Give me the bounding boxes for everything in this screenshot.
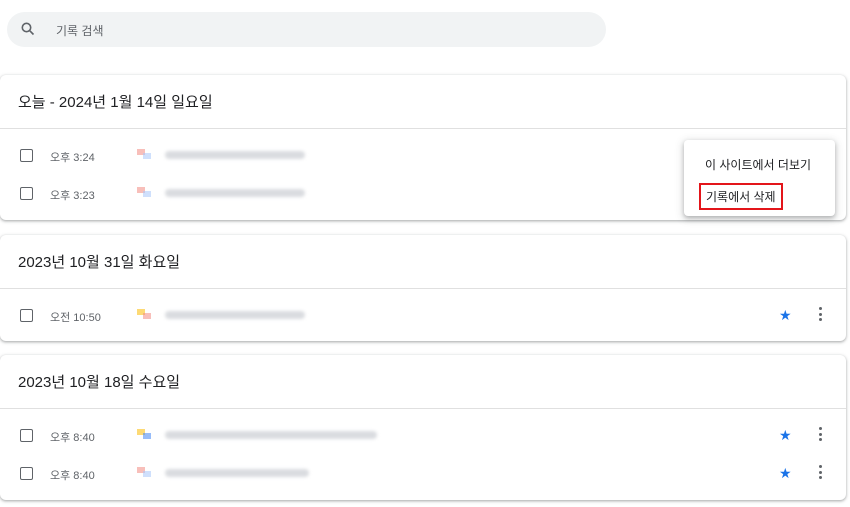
entry-checkbox[interactable]	[20, 149, 33, 162]
more-actions-button[interactable]	[813, 425, 827, 443]
entry-time: 오전 10:50	[50, 312, 101, 324]
menu-item-more-from-site[interactable]: 이 사이트에서 더보기	[684, 156, 835, 173]
page-title-link[interactable]	[165, 151, 305, 159]
entry-time: 오후 8:40	[50, 470, 95, 482]
entry-time: 오후 3:23	[50, 190, 95, 202]
bookmark-star-icon[interactable]: ★	[779, 307, 792, 324]
bookmark-star-icon[interactable]: ★	[779, 427, 792, 444]
more-actions-button[interactable]	[813, 305, 827, 323]
search-icon	[21, 22, 35, 36]
site-favicon-icon	[137, 429, 153, 441]
group-date-heading: 2023년 10월 18일 수요일	[0, 355, 846, 409]
entry-context-menu: 이 사이트에서 더보기 기록에서 삭제	[684, 140, 835, 216]
site-favicon-icon	[137, 467, 153, 479]
history-entry[interactable]: 오전 10:50 ★	[0, 297, 846, 335]
bookmark-star-icon[interactable]: ★	[779, 465, 792, 482]
search-bar[interactable]: 기록 검색	[7, 12, 606, 47]
entry-checkbox[interactable]	[20, 429, 33, 442]
entry-time: 오후 8:40	[50, 432, 95, 444]
more-actions-button[interactable]	[813, 463, 827, 481]
history-entry[interactable]: 오후 8:40 ★	[0, 417, 846, 455]
history-entry[interactable]: 오후 8:40 ★	[0, 455, 846, 493]
history-group-2023-10-18: 2023년 10월 18일 수요일 오후 8:40 ★ 오후 8:40 ★	[0, 355, 846, 500]
search-input[interactable]: 기록 검색	[56, 22, 104, 39]
site-favicon-icon	[137, 309, 153, 321]
page-title-link[interactable]	[165, 189, 305, 197]
site-favicon-icon	[137, 187, 153, 199]
group-date-heading: 2023년 10월 31일 화요일	[0, 235, 846, 289]
group-date-heading: 오늘 - 2024년 1월 14일 일요일	[0, 75, 846, 129]
entry-checkbox[interactable]	[20, 309, 33, 322]
page-title-link[interactable]	[165, 431, 377, 439]
entry-checkbox[interactable]	[20, 187, 33, 200]
history-group-2023-10-31: 2023년 10월 31일 화요일 오전 10:50 ★	[0, 235, 846, 341]
entry-checkbox[interactable]	[20, 467, 33, 480]
page-title-link[interactable]	[165, 469, 309, 477]
entry-time: 오후 3:24	[50, 152, 95, 164]
menu-item-remove-from-history[interactable]: 기록에서 삭제	[699, 183, 783, 210]
site-favicon-icon	[137, 149, 153, 161]
page-title-link[interactable]	[165, 311, 305, 319]
